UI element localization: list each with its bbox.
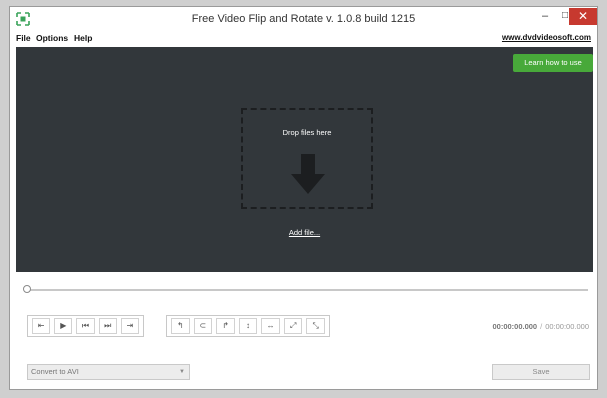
transform-controls: ↰ ⊂ ↱ ↕ ↔ ⤢ ⤡ (166, 315, 330, 337)
transverse-button[interactable]: ⤡ (306, 318, 326, 334)
app-window: Free Video Flip and Rotate v. 1.0.8 buil… (9, 6, 598, 390)
close-button[interactable]: ✕ (569, 8, 597, 25)
drop-zone[interactable]: Drop files here (241, 108, 373, 209)
rotate-left-button[interactable]: ↰ (171, 318, 190, 334)
window-title: Free Video Flip and Rotate v. 1.0.8 buil… (191, 13, 416, 25)
menu-help[interactable]: Help (74, 33, 92, 43)
go-start-button[interactable]: ⏮ (76, 318, 95, 334)
go-end-button[interactable]: ⏭ (98, 318, 117, 334)
chevron-down-icon: ▼ (179, 369, 185, 375)
time-separator: / (540, 322, 543, 331)
learn-how-to-use-button[interactable]: Learn how to use (513, 54, 593, 72)
save-button[interactable]: Save (492, 364, 590, 380)
time-display: 00:00:00.000/00:00:00.000 (492, 322, 589, 331)
total-time: 00:00:00.000 (545, 322, 589, 331)
minimize-button[interactable]: – (538, 9, 552, 23)
output-format-value: Convert to AVI (31, 367, 79, 376)
rotate-right-button[interactable]: ↱ (216, 318, 235, 334)
down-arrow-icon (291, 154, 325, 194)
menu-file[interactable]: File (16, 33, 31, 43)
timeline-slider-thumb[interactable] (23, 285, 31, 293)
play-button[interactable]: ▶ (54, 318, 73, 334)
current-time: 00:00:00.000 (492, 322, 538, 331)
drop-files-label: Drop files here (282, 128, 332, 137)
add-file-link[interactable]: Add file... (16, 228, 593, 237)
title-bar[interactable]: Free Video Flip and Rotate v. 1.0.8 buil… (10, 7, 597, 33)
timeline-slider[interactable] (26, 289, 588, 291)
output-format-select[interactable]: Convert to AVI ▼ (27, 364, 190, 380)
rotate-180-button[interactable]: ⊂ (193, 318, 213, 334)
menu-bar: File Options Help www.dvdvideosoft.com (10, 33, 597, 47)
transpose-button[interactable]: ⤢ (283, 318, 303, 334)
prev-frame-button[interactable]: ⇤ (32, 318, 51, 334)
flip-vertical-button[interactable]: ↕ (238, 318, 258, 334)
website-link[interactable]: www.dvdvideosoft.com (502, 33, 591, 42)
next-frame-button[interactable]: ⇥ (120, 318, 140, 334)
flip-horizontal-button[interactable]: ↔ (261, 318, 280, 334)
playback-controls: ⇤ ▶ ⏮ ⏭ ⇥ (27, 315, 144, 337)
video-preview-area[interactable]: Learn how to use Drop files here Add fil… (16, 47, 593, 272)
menu-options[interactable]: Options (36, 33, 68, 43)
